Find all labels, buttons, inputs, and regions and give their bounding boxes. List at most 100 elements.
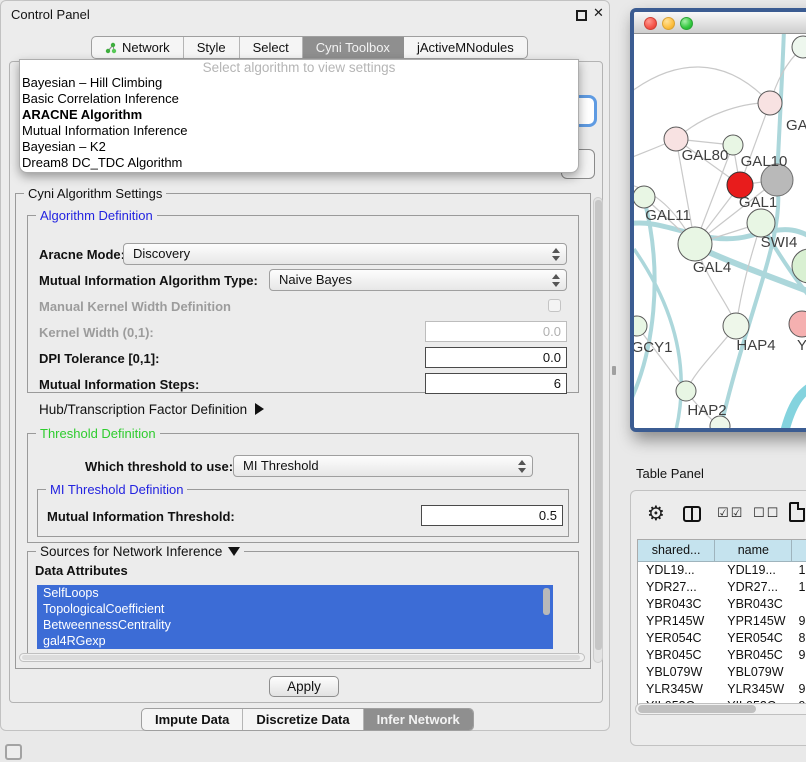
cell: YBL079W [638, 664, 715, 681]
table-row[interactable]: YDR27...YDR27...12 [638, 579, 806, 596]
list-item-selected[interactable]: SelfLoops [37, 585, 553, 601]
tab-label: jActiveMNodules [417, 37, 514, 58]
control-panel-title: Control Panel [11, 7, 90, 22]
kernel-width-field[interactable]: 0.0 [425, 321, 567, 342]
tab-label: Discretize Data [256, 709, 349, 730]
cell: 12 [793, 579, 806, 596]
network-node[interactable] [634, 186, 655, 208]
table-panel: ⚙ ☑☑ ☐☐ shared... name YDL19...YDL19...1… [630, 490, 806, 746]
edge-group [634, 34, 806, 428]
mi-steps-label: Mutual Information Steps: [39, 377, 199, 392]
cell: 8. [793, 630, 806, 647]
dpi-tolerance-field[interactable]: 0.0 [425, 347, 567, 368]
mi-steps-field[interactable]: 6 [425, 373, 567, 394]
table-file-icon[interactable] [789, 502, 805, 522]
cell: 9. [793, 647, 806, 664]
cell: 9. [793, 681, 806, 698]
list-item-selected[interactable]: TopologicalCoefficient [37, 601, 553, 617]
cell [793, 664, 806, 681]
network-node[interactable] [676, 381, 696, 401]
split-columns-icon[interactable] [683, 506, 701, 522]
control-panel-titlebar: Control Panel ✕ [1, 1, 609, 27]
settings-scrollbar[interactable] [593, 197, 603, 663]
cell: YER054C [638, 630, 715, 647]
table-row[interactable]: YDL19...YDL19...13 [638, 562, 806, 579]
tab-label: Select [253, 37, 289, 58]
close-icon[interactable]: ✕ [593, 6, 604, 21]
network-view-window: GAL80 GAL10 GAL11 GAL1 SWI4 GAL4 GCY1 HA… [630, 8, 806, 432]
hub-definition-expander[interactable]: Hub/Transcription Factor Definition [39, 402, 264, 417]
table-scrollbar-thumb[interactable] [638, 705, 756, 713]
close-traffic-light[interactable] [644, 17, 657, 30]
dropdown-item-selected[interactable]: ARACNE Algorithm [20, 107, 578, 123]
sources-expander[interactable]: Sources for Network Inference [36, 544, 244, 559]
aracne-mode-label: Aracne Mode: [39, 247, 125, 262]
tab-infer-network[interactable]: Infer Network [364, 709, 473, 730]
tab-select[interactable]: Select [240, 37, 303, 58]
table-row[interactable]: YBL079WYBL079W [638, 664, 806, 681]
dropdown-item[interactable]: Mutual Information Inference [20, 123, 578, 139]
tab-cyni-toolbox[interactable]: Cyni Toolbox [303, 37, 404, 58]
column-header-name[interactable]: name [715, 540, 792, 562]
group-title: MI Threshold Definition [46, 482, 187, 497]
table-row[interactable]: YER054CYER054C8. [638, 630, 806, 647]
settings-horizontal-scrollbar[interactable] [19, 653, 585, 662]
cell: YER054C [715, 630, 792, 647]
tab-jactivemnodules[interactable]: jActiveMNodules [404, 37, 527, 58]
cell: YDL19... [638, 562, 715, 579]
column-header-clipped[interactable] [792, 540, 806, 562]
table-row[interactable]: YLR345WYLR345W9. [638, 681, 806, 698]
network-node[interactable] [789, 311, 806, 337]
network-node[interactable] [678, 227, 712, 261]
which-threshold-select[interactable]: MI Threshold [233, 455, 533, 477]
settings-scrollbar-thumb[interactable] [595, 200, 602, 650]
tab-network[interactable]: Network [92, 37, 184, 58]
tab-discretize-data[interactable]: Discretize Data [243, 709, 363, 730]
cell: YBL079W [715, 664, 792, 681]
float-window-icon[interactable] [576, 10, 587, 21]
network-canvas[interactable]: GAL80 GAL10 GAL11 GAL1 SWI4 GAL4 GCY1 HA… [634, 34, 806, 428]
dropdown-item[interactable]: Dream8 DC_TDC Algorithm [20, 155, 578, 171]
cell: YBR043C [638, 596, 715, 613]
gear-icon[interactable]: ⚙ [647, 501, 665, 525]
network-node[interactable] [792, 36, 806, 58]
table-horizontal-scrollbar[interactable] [635, 703, 806, 715]
zoom-traffic-light[interactable] [680, 17, 693, 30]
table-row[interactable]: YPR145WYPR145W9. [638, 613, 806, 630]
cell [793, 596, 806, 613]
panel-splitter-handle[interactable] [612, 366, 616, 375]
which-threshold-value: MI Threshold [243, 458, 319, 473]
tab-style[interactable]: Style [184, 37, 240, 58]
network-node[interactable] [758, 91, 782, 115]
table-row[interactable]: YBR045CYBR045C9. [638, 647, 806, 664]
unchecked-checkboxes-icon[interactable]: ☐☐ [753, 506, 780, 521]
dropdown-item[interactable]: Bayesian – K2 [20, 139, 578, 155]
horizontal-scrollbar-thumb[interactable] [22, 655, 580, 660]
dropdown-item[interactable]: Basic Correlation Inference [20, 91, 578, 107]
column-header-shared-name[interactable]: shared... [638, 540, 715, 562]
data-attributes-list[interactable]: SelfLoops TopologicalCoefficient Between… [37, 585, 553, 649]
list-item-selected[interactable]: gal4RGexp [37, 633, 553, 649]
mi-algorithm-type-select[interactable]: Naive Bayes [269, 269, 567, 291]
tab-impute-data[interactable]: Impute Data [142, 709, 243, 730]
checked-checkboxes-icon[interactable]: ☑☑ [717, 506, 744, 521]
dropdown-item[interactable]: Bayesian – Hill Climbing [20, 75, 578, 91]
table-row[interactable]: YBR043CYBR043C [638, 596, 806, 613]
aracne-mode-select[interactable]: Discovery [123, 243, 567, 265]
stepper-icon [551, 273, 561, 288]
collapsed-panel-icon[interactable] [5, 744, 22, 760]
manual-kernel-width-checkbox[interactable] [548, 299, 561, 312]
cell: YLR345W [715, 681, 792, 698]
tab-label: Style [197, 37, 226, 58]
cyni-bottom-tabbar: Impute Data Discretize Data Infer Networ… [141, 708, 474, 731]
apply-button[interactable]: Apply [269, 676, 339, 697]
network-node[interactable] [634, 316, 647, 336]
network-node[interactable] [747, 209, 775, 237]
list-item-selected[interactable]: BetweennessCentrality [37, 617, 553, 633]
minimize-traffic-light[interactable] [662, 17, 675, 30]
network-window-titlebar[interactable] [634, 12, 806, 34]
list-scrollbar-thumb[interactable] [543, 588, 550, 615]
tab-label: Infer Network [377, 709, 460, 730]
network-node[interactable] [723, 313, 749, 339]
mi-threshold-field[interactable]: 0.5 [421, 505, 563, 526]
